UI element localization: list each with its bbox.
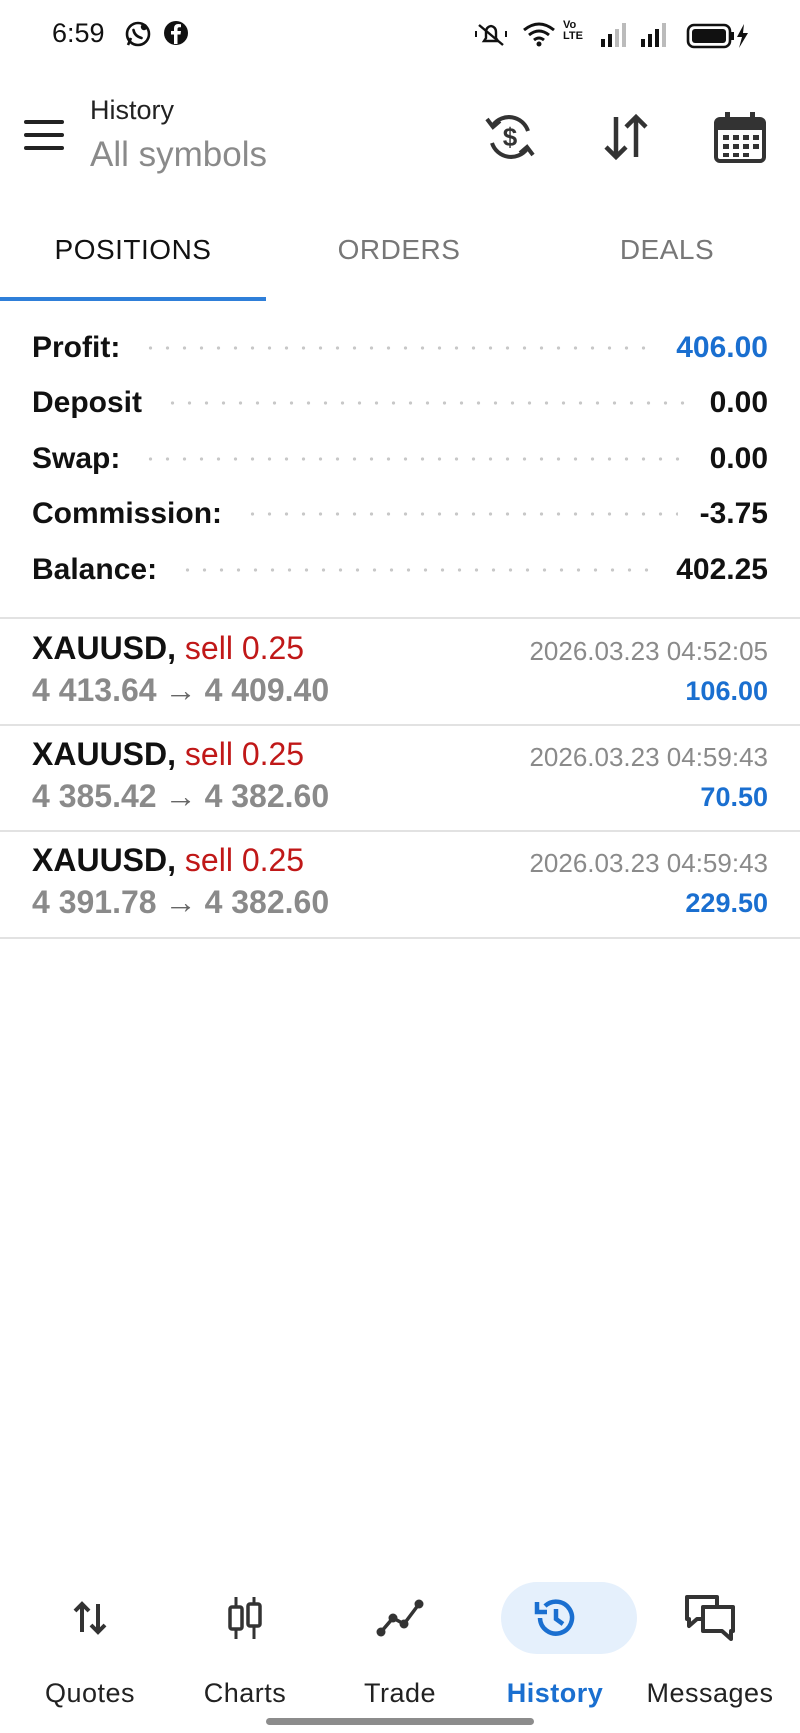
dotted-leader [164, 401, 688, 406]
price-arrow: → [164, 778, 197, 814]
facebook-icon [163, 20, 189, 51]
nav-label: Trade [363, 1678, 437, 1708]
calendar-icon[interactable] [708, 105, 772, 169]
summary-value: 402.25 [676, 552, 768, 586]
open-price: 4 385.42 [32, 778, 157, 814]
tab-orders[interactable]: ORDERS [266, 220, 532, 302]
dotted-leader [142, 345, 655, 350]
position-symbol: XAUUSD, [32, 736, 177, 772]
summary-value: -3.75 [699, 497, 768, 531]
position-symbol: XAUUSD, [32, 842, 177, 878]
nav-label: Quotes [44, 1678, 136, 1708]
position-profit: 106.00 [685, 676, 768, 706]
svg-text:$: $ [503, 122, 518, 152]
dotted-leader [179, 567, 655, 572]
currency-sync-icon[interactable]: $ [478, 105, 542, 169]
battery-charging-icon [686, 22, 750, 55]
tab-deals[interactable]: DEALS [534, 220, 800, 302]
nav-history[interactable]: History [475, 1570, 637, 1710]
open-price: 4 391.78 [32, 884, 157, 920]
position-side: sell 0.25 [184, 630, 305, 666]
position-time: 2026.03.23 04:59:43 [529, 848, 768, 878]
position-row[interactable]: XAUUSD, sell 0.25 4 385.42 → 4 382.60 2026… [0, 726, 800, 831]
nav-label: Charts [203, 1678, 287, 1708]
position-profit: 70.50 [700, 782, 768, 812]
close-price: 4 409.40 [204, 672, 330, 708]
position-side: sell 0.25 [184, 842, 305, 878]
sort-icon[interactable] [594, 105, 658, 169]
quotes-arrows-icon [62, 1590, 118, 1646]
price-arrow: → [164, 672, 197, 708]
summary-label: Profit: [32, 330, 121, 364]
position-row[interactable]: XAUUSD, sell 0.25 4 391.78 → 4 382.60 2026… [0, 832, 800, 937]
summary-label: Swap: [32, 441, 121, 475]
close-price: 4 382.60 [204, 778, 330, 814]
status-time: 6:59 [52, 18, 105, 48]
menu-icon[interactable] [24, 120, 66, 152]
position-time: 2026.03.23 04:59:43 [529, 742, 768, 772]
history-summary: Profit: 406.00 Deposit 0.00 Swap: 0.00 C… [0, 320, 800, 598]
summary-row-swap: Swap: 0.00 [0, 431, 800, 487]
summary-value: 0.00 [709, 386, 768, 420]
price-arrow: → [164, 884, 197, 920]
dotted-leader [142, 456, 688, 461]
nav-quotes[interactable]: Quotes [10, 1570, 170, 1710]
tab-positions[interactable]: POSITIONS [0, 220, 266, 302]
position-row[interactable]: XAUUSD, sell 0.25 4 413.64 → 4 409.40 2026… [0, 620, 800, 725]
history-tabs: POSITIONS ORDERS DEALS [0, 220, 800, 302]
active-tab-indicator [0, 297, 266, 301]
dotted-leader [244, 512, 678, 517]
nav-charts[interactable]: Charts [165, 1570, 325, 1710]
wifi-icon [522, 21, 556, 52]
nav-label: History [506, 1678, 604, 1708]
nav-messages[interactable]: Messages [630, 1570, 790, 1710]
page-title: History [90, 95, 175, 125]
app-header: History All symbols $ [0, 80, 800, 190]
summary-value: 406.00 [676, 330, 768, 364]
nav-label: Messages [646, 1678, 774, 1708]
silent-icon [474, 22, 508, 53]
candlestick-icon [217, 1590, 273, 1646]
position-side: sell 0.25 [184, 736, 305, 772]
home-indicator[interactable] [266, 1718, 534, 1725]
divider [0, 617, 800, 619]
volte-icon: Vo LTE [563, 19, 583, 42]
summary-row-commission: Commission: -3.75 [0, 487, 800, 543]
close-price: 4 382.60 [204, 884, 330, 920]
summary-value: 0.00 [709, 441, 768, 475]
trend-line-icon [372, 1590, 428, 1646]
status-bar: 6:59 Vo LTE [0, 0, 800, 72]
summary-row-deposit: Deposit 0.00 [0, 376, 800, 432]
position-symbol: XAUUSD, [32, 630, 177, 666]
chat-bubbles-icon [682, 1590, 738, 1646]
signal-icon [640, 22, 668, 53]
symbol-filter[interactable]: All symbols [90, 135, 267, 175]
signal-icon [600, 22, 628, 53]
summary-label: Balance: [32, 552, 158, 586]
summary-label: Commission: [32, 497, 223, 531]
summary-row-balance: Balance: 402.25 [0, 542, 800, 598]
position-time: 2026.03.23 04:52:05 [529, 636, 768, 666]
divider [0, 937, 800, 939]
bottom-navigation: Quotes Charts Trade History Messages [0, 1570, 800, 1710]
nav-trade[interactable]: Trade [320, 1570, 480, 1710]
summary-row-profit: Profit: 406.00 [0, 320, 800, 376]
whatsapp-business-icon [124, 20, 152, 53]
open-price: 4 413.64 [32, 672, 157, 708]
position-profit: 229.50 [685, 888, 768, 918]
history-clock-icon [527, 1590, 583, 1646]
summary-label: Deposit [32, 386, 143, 420]
